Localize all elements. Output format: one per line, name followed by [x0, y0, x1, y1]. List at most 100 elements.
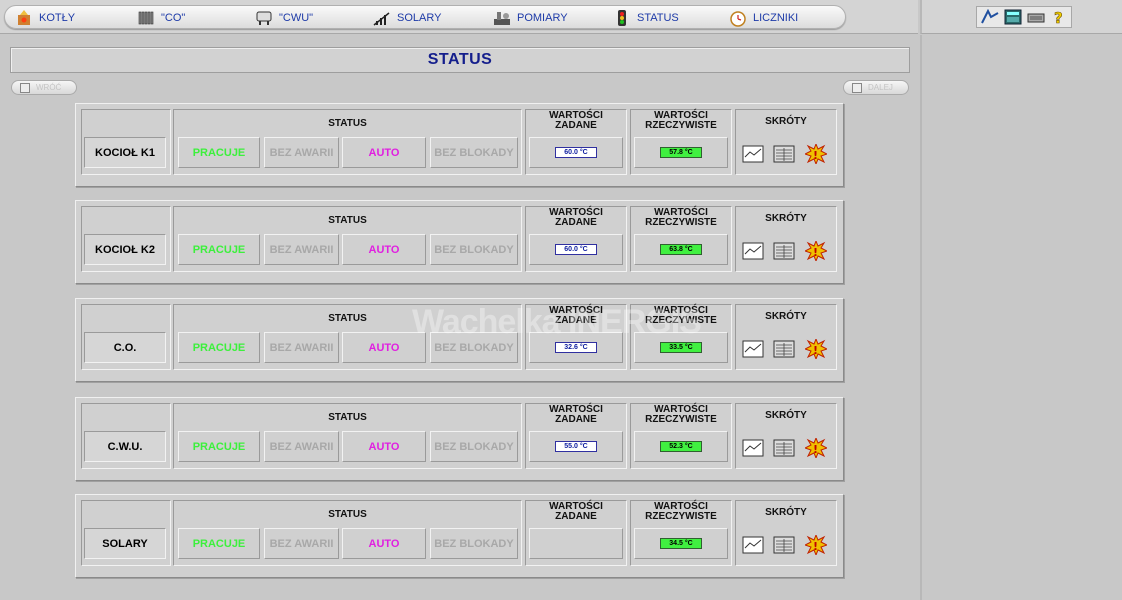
nav-item-kotly[interactable]: KOTŁY	[15, 8, 75, 28]
data-table-icon[interactable]	[773, 438, 795, 458]
status-panel: KOCIOŁ K1 STATUS PRACUJE BEZ AWARII AUTO…	[75, 103, 844, 187]
actual-value: 52.3 °C	[660, 441, 702, 452]
status-panel: C.W.U. STATUS PRACUJE BEZ AWARII AUTO BE…	[75, 397, 844, 481]
nav-item-cwu[interactable]: "CWU"	[255, 8, 313, 28]
status-fault: BEZ AWARII	[264, 234, 339, 265]
nav-item-label: STATUS	[637, 12, 679, 24]
next-button[interactable]: DALEJ	[843, 80, 909, 95]
status-header: STATUS	[328, 118, 367, 129]
nav-item-solary[interactable]: SOLARY	[373, 8, 441, 28]
nav-item-label: "CO"	[161, 12, 186, 24]
actual-value: 63.8 °C	[660, 244, 702, 255]
data-table-icon[interactable]	[773, 241, 795, 261]
svg-text:!: !	[813, 344, 818, 357]
trend-chart-icon[interactable]	[742, 535, 764, 555]
page-title: STATUS	[427, 51, 493, 68]
trend-chart-icon[interactable]	[742, 241, 764, 261]
page-title-bar: STATUS	[10, 47, 910, 73]
calculator-icon[interactable]	[1003, 8, 1023, 26]
shortcuts-header: SKRÓTY	[765, 116, 807, 127]
status-panel: C.O. STATUS PRACUJE BEZ AWARII AUTO BEZ …	[75, 298, 844, 382]
shortcuts-header: SKRÓTY	[765, 410, 807, 421]
status-fault: BEZ AWARII	[264, 431, 339, 462]
alarm-icon[interactable]: !	[805, 438, 827, 458]
shortcuts-header: SKRÓTY	[765, 507, 807, 518]
shortcuts-header: SKRÓTY	[765, 311, 807, 322]
right-toolbar: ?	[920, 0, 1122, 34]
clock-icon	[730, 11, 746, 27]
shortcuts-header: SKRÓTY	[765, 213, 807, 224]
svg-text:!: !	[813, 540, 818, 553]
data-table-icon[interactable]	[773, 144, 795, 164]
right-panel	[920, 35, 1122, 600]
data-table-icon[interactable]	[773, 535, 795, 555]
nav-item-label: "CWU"	[279, 12, 314, 24]
status-lock: BEZ BLOKADY	[430, 137, 518, 168]
trend-chart-icon[interactable]	[742, 144, 764, 164]
logo-icon[interactable]	[980, 8, 1000, 26]
set-value-box: 55.0 °C	[529, 431, 623, 462]
status-fault: BEZ AWARII	[264, 137, 339, 168]
row-name: KOCIOŁ K1	[84, 137, 166, 168]
help-icon[interactable]: ?	[1049, 8, 1069, 26]
nav-item-label: POMIARY	[517, 12, 568, 24]
status-lock: BEZ BLOKADY	[430, 431, 518, 462]
forward-icon	[852, 82, 862, 93]
status-mode: AUTO	[342, 528, 426, 559]
actual-value: 33.5 °C	[660, 342, 702, 353]
trend-chart-icon[interactable]	[742, 339, 764, 359]
status-mode: AUTO	[342, 234, 426, 265]
back-icon	[20, 82, 30, 93]
alarm-icon[interactable]: !	[805, 144, 827, 164]
actual-value-box: 33.5 °C	[634, 332, 728, 363]
data-table-icon[interactable]	[773, 339, 795, 359]
status-fault: BEZ AWARII	[264, 332, 339, 363]
status-panel: KOCIOŁ K2 STATUS PRACUJE BEZ AWARII AUTO…	[75, 200, 844, 284]
keyboard-icon[interactable]	[1026, 8, 1046, 26]
top-nav-bar: KOTŁY "CO" "CWU" SOLARY POMIARY STATUS L…	[0, 0, 918, 34]
nav-item-label: LICZNIKI	[753, 12, 799, 24]
alarm-icon[interactable]: !	[805, 241, 827, 261]
set-value: 60.0 °C	[555, 244, 597, 255]
prev-button[interactable]: WRÓĆ	[11, 80, 77, 95]
radiator-icon	[138, 11, 154, 25]
row-name: SOLARY	[84, 528, 166, 559]
set-values-header: WARTOŚCI ZADANE	[549, 110, 603, 131]
set-value: 60.0 °C	[555, 147, 597, 158]
status-running: PRACUJE	[178, 137, 260, 168]
row-name: KOCIOŁ K2	[84, 234, 166, 265]
main-area: STATUS WRÓĆ DALEJ KOCIOŁ K1 STATUS PRACU…	[0, 35, 918, 600]
actual-value: 57.8 °C	[660, 147, 702, 158]
actual-value: 34.5 °C	[660, 538, 702, 549]
svg-text:!: !	[813, 443, 818, 456]
status-fault: BEZ AWARII	[264, 528, 339, 559]
status-running: PRACUJE	[178, 234, 260, 265]
alarm-icon[interactable]: !	[805, 339, 827, 359]
actual-value-box: 52.3 °C	[634, 431, 728, 462]
nav-item-label: KOTŁY	[39, 12, 76, 24]
actual-values-header: WARTOŚCI RZECZYWISTE	[645, 404, 717, 425]
trend-chart-icon[interactable]	[742, 438, 764, 458]
nav-item-co[interactable]: "CO"	[137, 8, 185, 28]
actual-values-header: WARTOŚCI RZECZYWISTE	[645, 305, 717, 326]
status-mode: AUTO	[342, 332, 426, 363]
status-panel: SOLARY STATUS PRACUJE BEZ AWARII AUTO BE…	[75, 494, 844, 578]
set-values-header: WARTOŚCI ZADANE	[549, 207, 603, 228]
svg-text:!: !	[813, 149, 818, 162]
actual-values-header: WARTOŚCI RZECZYWISTE	[645, 110, 717, 131]
set-value-box	[529, 528, 623, 559]
next-button-label: DALEJ	[868, 83, 893, 92]
alarm-icon[interactable]: !	[805, 535, 827, 555]
status-running: PRACUJE	[178, 528, 260, 559]
water-tank-icon	[256, 11, 272, 25]
status-lock: BEZ BLOKADY	[430, 528, 518, 559]
nav-item-liczniki[interactable]: LICZNIKI	[729, 8, 798, 28]
row-name: C.O.	[84, 332, 166, 363]
nav-item-pomiary[interactable]: POMIARY	[493, 8, 568, 28]
actual-values-header: WARTOŚCI RZECZYWISTE	[645, 207, 717, 228]
actual-values-header: WARTOŚCI RZECZYWISTE	[645, 501, 717, 522]
status-header: STATUS	[328, 313, 367, 324]
nav-item-status[interactable]: STATUS	[613, 8, 679, 28]
row-name: C.W.U.	[84, 431, 166, 462]
set-value: 55.0 °C	[555, 441, 597, 452]
